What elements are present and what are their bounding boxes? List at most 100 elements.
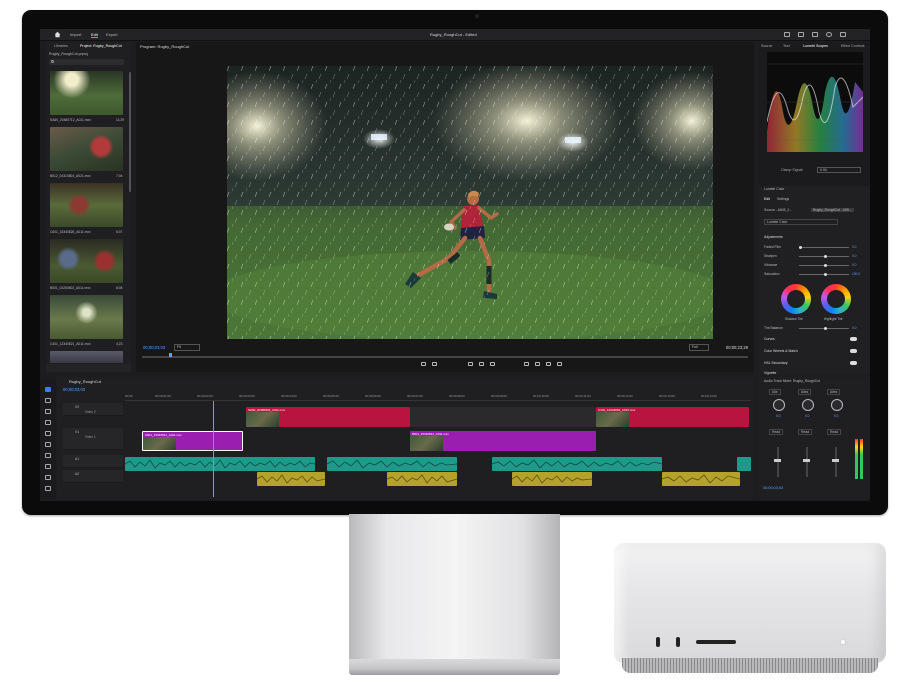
workspace-icon[interactable] xyxy=(811,32,818,37)
slider-knob[interactable] xyxy=(799,246,802,249)
zoom-select[interactable]: Fit xyxy=(174,344,200,351)
highlight-tint-wheel[interactable] xyxy=(821,284,851,314)
volume-fader[interactable] xyxy=(835,447,837,477)
resolution-select[interactable]: Full xyxy=(689,344,709,351)
export-frame-icon[interactable] xyxy=(546,362,551,366)
sequence-clip-label[interactable]: Rugby_RoughCut - A05... xyxy=(811,208,854,212)
time-ruler[interactable]: 00;00 00;00;01;00 00;00;02;00 00;00;03;0… xyxy=(125,393,751,401)
step-forward-icon[interactable] xyxy=(490,362,495,366)
fader-cap[interactable] xyxy=(803,459,810,462)
caption-tool-icon[interactable] xyxy=(45,486,51,491)
timeline-audio-clip[interactable] xyxy=(492,457,662,471)
track-select-tool-icon[interactable] xyxy=(45,398,51,403)
clip-thumbnail[interactable] xyxy=(50,183,123,227)
settings-icon[interactable] xyxy=(557,362,562,366)
track-header-a2[interactable]: A2 xyxy=(63,470,123,483)
volume-fader[interactable] xyxy=(777,447,779,477)
tab-lumetri-scopes[interactable]: Lumetri Scopes xyxy=(803,44,828,48)
track-header-v2[interactable]: V2 Video 2 xyxy=(63,403,123,416)
nav-import[interactable]: Import xyxy=(70,32,81,37)
clamp-signal-label[interactable]: Clamp Signal xyxy=(781,168,802,172)
pan-dial[interactable] xyxy=(802,399,814,411)
pan-value[interactable]: 0.0 xyxy=(776,414,780,418)
razor-tool-icon[interactable] xyxy=(45,420,51,425)
timeline-video-clip[interactable]: SA60_20480826_A011.mxx xyxy=(246,407,410,427)
shadow-tint-wheel[interactable] xyxy=(781,284,811,314)
slider-knob[interactable] xyxy=(824,273,827,276)
clip-thumbnail[interactable] xyxy=(50,239,123,283)
timeline-video-clip[interactable]: C401_12342804_A015.mxx xyxy=(596,407,749,427)
progress-icon[interactable] xyxy=(825,32,832,37)
nav-export[interactable]: Export xyxy=(106,32,118,37)
adjustments-section[interactable]: Adjustments xyxy=(764,235,783,239)
sharpen-slider[interactable] xyxy=(799,255,849,258)
route-select[interactable]: Alles xyxy=(827,389,841,395)
faded-film-value[interactable]: 0.0 xyxy=(852,245,856,249)
pan-value[interactable]: 0.0 xyxy=(834,414,838,418)
vibrance-slider[interactable] xyxy=(799,264,849,267)
pan-value[interactable]: 0.0 xyxy=(805,414,809,418)
slider-knob[interactable] xyxy=(824,255,827,258)
ripple-edit-tool-icon[interactable] xyxy=(45,409,51,414)
color-wheels-section[interactable]: Color Wheels & Match xyxy=(764,349,798,353)
faded-film-slider[interactable] xyxy=(799,246,849,249)
vibrance-value[interactable]: 0.0 xyxy=(852,263,856,267)
tint-balance-value[interactable]: 0.0 xyxy=(852,326,856,330)
timeline-audio-clip[interactable] xyxy=(257,472,325,486)
type-tool-icon[interactable] xyxy=(45,475,51,480)
timeline-audio-clip[interactable] xyxy=(327,457,457,471)
pen-tool-icon[interactable] xyxy=(45,442,51,447)
clip-thumbnail[interactable] xyxy=(50,351,123,363)
timeline-audio-clip[interactable] xyxy=(387,472,457,486)
timeline-audio-clip[interactable] xyxy=(512,472,592,486)
mark-out-icon[interactable] xyxy=(432,362,437,366)
curves-toggle[interactable] xyxy=(850,337,857,341)
source-clip-label[interactable]: Source - A605_2... xyxy=(764,208,792,212)
rectangle-tool-icon[interactable] xyxy=(45,453,51,458)
sharpen-value[interactable]: 0.0 xyxy=(852,254,856,258)
tint-balance-slider[interactable] xyxy=(799,327,849,330)
hand-tool-icon[interactable] xyxy=(45,464,51,469)
playhead-marker[interactable] xyxy=(169,353,172,357)
vignette-section[interactable]: Vignette xyxy=(764,371,776,375)
lift-icon[interactable] xyxy=(524,362,529,366)
fader-cap[interactable] xyxy=(832,459,839,462)
tab-project[interactable]: Project: Rugby_RoughCut xyxy=(80,44,122,48)
fader-cap[interactable] xyxy=(774,459,781,462)
play-icon[interactable] xyxy=(479,362,484,366)
pan-dial[interactable] xyxy=(831,399,843,411)
slider-knob[interactable] xyxy=(824,327,827,330)
route-select[interactable]: Alles xyxy=(798,389,812,395)
track-header-v1[interactable]: V1 Video 1 xyxy=(63,428,123,450)
tab-libraries[interactable]: Libraries xyxy=(54,44,68,48)
tab-source[interactable]: Source xyxy=(761,44,772,48)
timeline-audio-clip[interactable] xyxy=(662,472,740,486)
selection-tool-icon[interactable] xyxy=(45,387,51,392)
timeline-audio-clip[interactable] xyxy=(125,457,315,471)
automation-select[interactable]: Read xyxy=(798,429,813,435)
tab-effect-controls[interactable]: Effect Controls xyxy=(841,44,865,48)
bit-depth-select[interactable]: 8 Bit xyxy=(817,167,861,173)
project-search-input[interactable] xyxy=(49,59,124,65)
share-icon[interactable] xyxy=(840,32,846,37)
panel-layout-icon[interactable] xyxy=(783,32,790,37)
saturation-value[interactable]: 100.0 xyxy=(852,272,860,276)
curves-section[interactable]: Curves xyxy=(764,337,775,341)
home-icon[interactable] xyxy=(54,31,61,38)
step-back-icon[interactable] xyxy=(468,362,473,366)
sequence-tab[interactable]: Rugby_RoughCut xyxy=(69,379,101,384)
program-scrubber[interactable] xyxy=(142,356,748,358)
preset-select[interactable]: Lumetri Color xyxy=(764,219,838,225)
timeline-gap[interactable] xyxy=(410,407,596,427)
clip-thumbnail[interactable] xyxy=(50,295,123,339)
route-select[interactable]: Alle xyxy=(769,389,781,395)
tab-text[interactable]: Text xyxy=(783,44,790,48)
timeline-video-clip[interactable]: B601_15340812_A011.mxx xyxy=(410,431,596,451)
automation-select[interactable]: Read xyxy=(827,429,842,435)
pan-dial[interactable] xyxy=(773,399,785,411)
volume-fader[interactable] xyxy=(806,447,808,477)
slider-knob[interactable] xyxy=(824,264,827,267)
tab-edit[interactable]: Edit xyxy=(764,197,770,201)
tab-settings[interactable]: Settings xyxy=(777,197,789,201)
nav-edit[interactable]: Edit xyxy=(91,32,98,38)
